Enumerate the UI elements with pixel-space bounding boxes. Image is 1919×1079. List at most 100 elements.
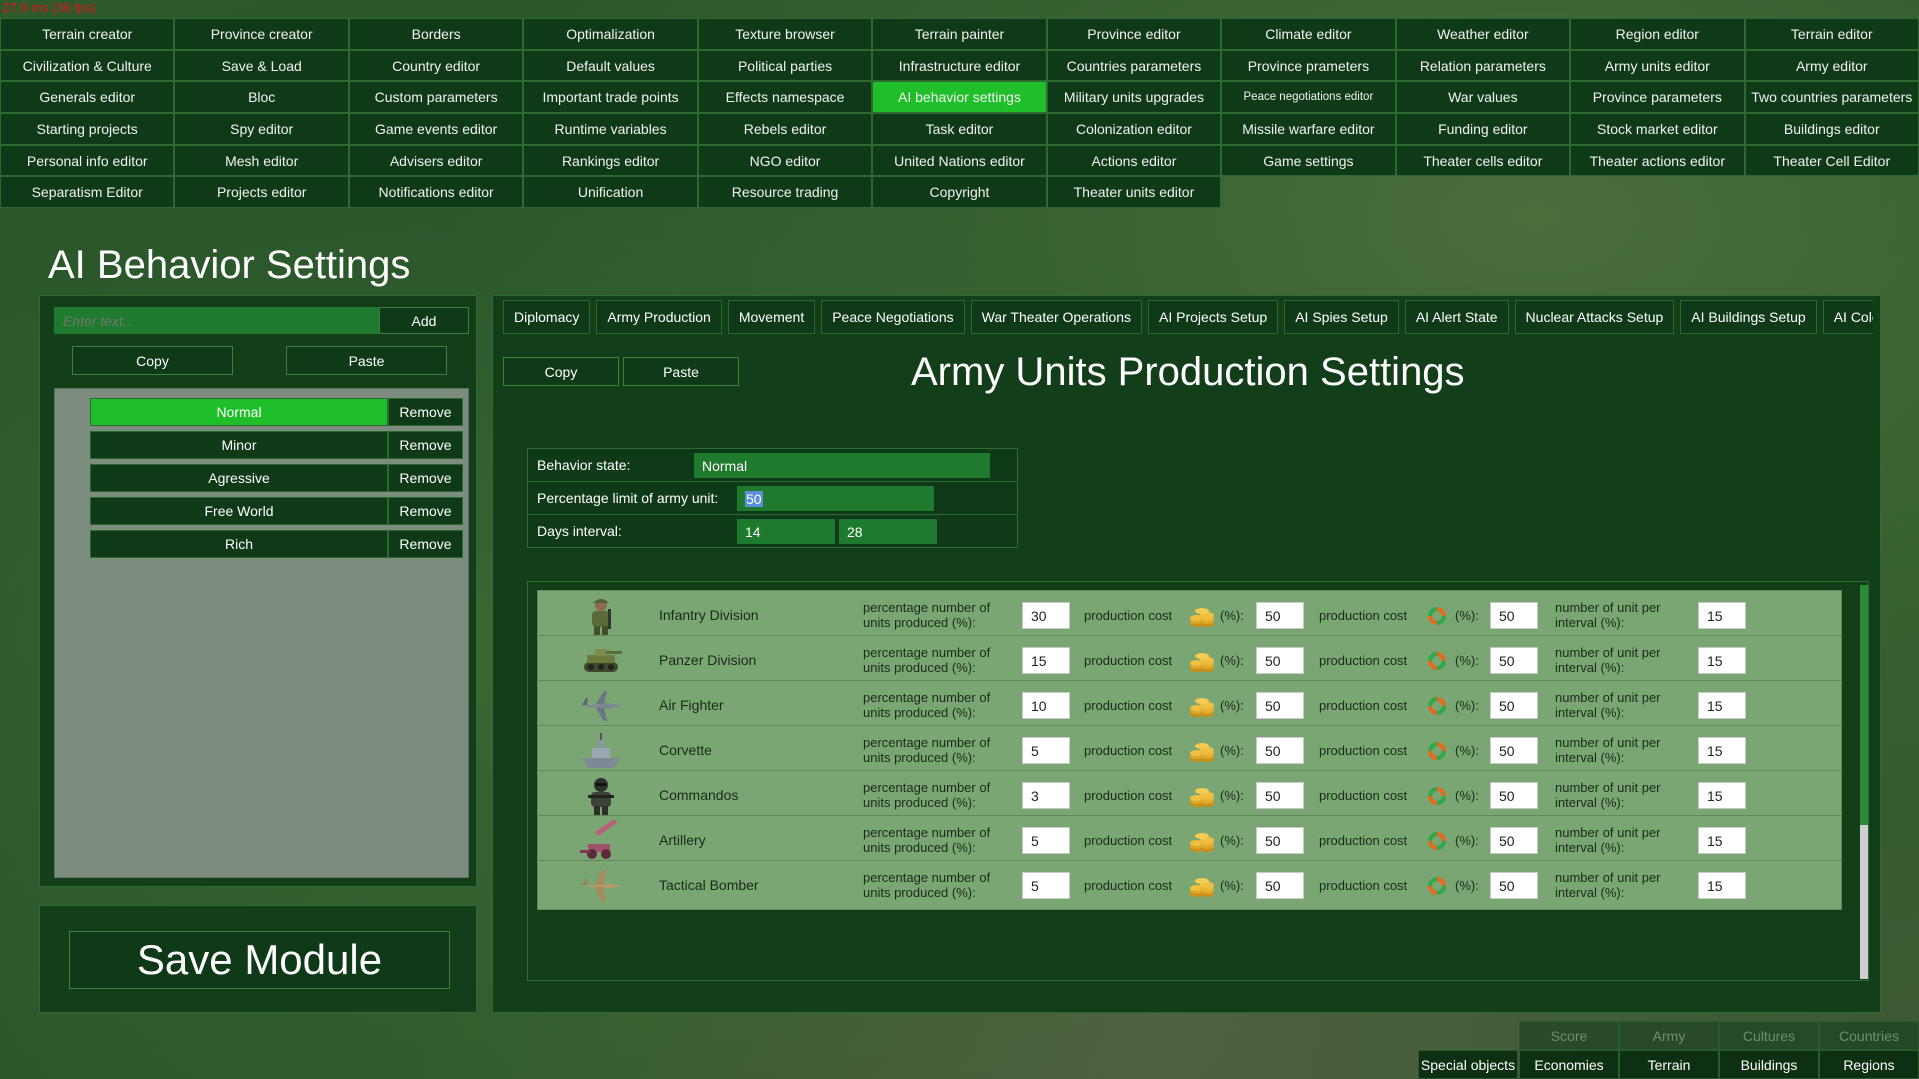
units-per-interval-input[interactable]: 15 [1698, 602, 1746, 629]
special-objects-button[interactable]: Special objects [1418, 1050, 1518, 1079]
menu-notifications-editor[interactable]: Notifications editor [348, 176, 524, 209]
menu-theater-cells-editor[interactable]: Theater cells editor [1395, 144, 1571, 177]
remove-button[interactable]: Remove [388, 464, 463, 492]
percentage-produced-input[interactable]: 3 [1022, 782, 1070, 809]
menu-peace-negotiations-editor[interactable]: Peace negotiations editor [1221, 81, 1396, 114]
production-cost-resource-input[interactable]: 50 [1490, 872, 1538, 899]
production-cost-gold-input[interactable]: 50 [1256, 827, 1304, 854]
profile-item-normal[interactable]: Normal [90, 398, 388, 426]
menu-theater-actions-editor[interactable]: Theater actions editor [1570, 144, 1745, 177]
units-scrollbar[interactable] [1860, 585, 1868, 979]
menu-optimalization[interactable]: Optimalization [523, 18, 698, 50]
production-cost-gold-input[interactable]: 50 [1256, 647, 1304, 674]
tab-ai-buildings-setup[interactable]: AI Buildings Setup [1680, 300, 1817, 334]
menu-climate-editor[interactable]: Climate editor [1221, 18, 1396, 50]
menu-game-events-editor[interactable]: Game events editor [348, 113, 524, 145]
menu-relation-parameters[interactable]: Relation parameters [1395, 49, 1571, 82]
days-max-field[interactable]: 28 [839, 519, 937, 544]
percentage-produced-input[interactable]: 5 [1022, 737, 1070, 764]
menu-personal-info-editor[interactable]: Personal info editor [0, 144, 175, 177]
tab-movement[interactable]: Movement [727, 300, 816, 334]
production-cost-gold-input[interactable]: 50 [1256, 782, 1304, 809]
menu-copyright[interactable]: Copyright [872, 176, 1047, 209]
tab-ai-projects-setup[interactable]: AI Projects Setup [1148, 300, 1279, 334]
units-per-interval-input[interactable]: 15 [1698, 827, 1746, 854]
production-cost-gold-input[interactable]: 50 [1256, 692, 1304, 719]
army-button[interactable]: Army [1619, 1021, 1719, 1050]
production-cost-resource-input[interactable]: 50 [1490, 602, 1538, 629]
menu-missile-warfare-editor[interactable]: Missile warfare editor [1221, 113, 1396, 145]
menu-province-parameters[interactable]: Province parameters [1570, 81, 1745, 114]
cultures-button[interactable]: Cultures [1719, 1021, 1819, 1050]
paste-profile-button[interactable]: Paste [286, 346, 447, 375]
copy-profile-button[interactable]: Copy [72, 346, 233, 375]
menu-region-editor[interactable]: Region editor [1570, 18, 1745, 50]
remove-button[interactable]: Remove [388, 530, 463, 558]
menu-game-settings[interactable]: Game settings [1221, 144, 1396, 177]
remove-button[interactable]: Remove [388, 398, 463, 426]
menu-province-creator[interactable]: Province creator [174, 18, 349, 50]
buildings-button[interactable]: Buildings [1719, 1050, 1819, 1079]
tab-ai-alert-state[interactable]: AI Alert State [1404, 300, 1509, 334]
menu-custom-parameters[interactable]: Custom parameters [348, 81, 524, 114]
terrain-button[interactable]: Terrain [1619, 1050, 1719, 1079]
menu-civilization-culture[interactable]: Civilization & Culture [0, 49, 175, 82]
paste-settings-button[interactable]: Paste [623, 357, 739, 386]
menu-advisers-editor[interactable]: Advisers editor [348, 144, 524, 177]
production-cost-gold-input[interactable]: 50 [1256, 872, 1304, 899]
menu-army-editor[interactable]: Army editor [1744, 49, 1919, 82]
menu-weather-editor[interactable]: Weather editor [1395, 18, 1571, 50]
production-cost-resource-input[interactable]: 50 [1490, 647, 1538, 674]
menu-military-units-upgrades[interactable]: Military units upgrades [1046, 81, 1222, 114]
scroll-thumb[interactable] [1860, 585, 1868, 825]
menu-default-values[interactable]: Default values [523, 49, 698, 82]
menu-mesh-editor[interactable]: Mesh editor [174, 144, 349, 177]
tab-nuclear-attacks-setup[interactable]: Nuclear Attacks Setup [1514, 300, 1675, 334]
remove-button[interactable]: Remove [388, 497, 463, 525]
menu-funding-editor[interactable]: Funding editor [1395, 113, 1571, 145]
percentage-produced-input[interactable]: 5 [1022, 872, 1070, 899]
menu-spy-editor[interactable]: Spy editor [174, 113, 349, 145]
units-per-interval-input[interactable]: 15 [1698, 692, 1746, 719]
menu-stock-market-editor[interactable]: Stock market editor [1570, 113, 1745, 145]
percentage-produced-input[interactable]: 10 [1022, 692, 1070, 719]
economies-button[interactable]: Economies [1519, 1050, 1619, 1079]
menu-country-editor[interactable]: Country editor [348, 49, 524, 82]
units-per-interval-input[interactable]: 15 [1698, 872, 1746, 899]
menu-projects-editor[interactable]: Projects editor [174, 176, 349, 209]
production-cost-resource-input[interactable]: 50 [1490, 692, 1538, 719]
menu-province-editor[interactable]: Province editor [1046, 18, 1222, 50]
menu-resource-trading[interactable]: Resource trading [697, 176, 873, 209]
menu-borders[interactable]: Borders [348, 18, 524, 50]
units-per-interval-input[interactable]: 15 [1698, 782, 1746, 809]
profile-item-minor[interactable]: Minor [90, 431, 388, 459]
remove-button[interactable]: Remove [388, 431, 463, 459]
units-per-interval-input[interactable]: 15 [1698, 647, 1746, 674]
menu-terrain-editor[interactable]: Terrain editor [1744, 18, 1919, 50]
menu-texture-browser[interactable]: Texture browser [697, 18, 873, 50]
menu-army-units-editor[interactable]: Army units editor [1570, 49, 1745, 82]
add-button[interactable]: Add [379, 307, 469, 334]
menu-important-trade-points[interactable]: Important trade points [523, 81, 698, 114]
menu-province-prameters[interactable]: Province prameters [1221, 49, 1396, 82]
menu-runtime-variables[interactable]: Runtime variables [523, 113, 698, 145]
tab-army-production[interactable]: Army Production [596, 300, 722, 334]
profile-item-free-world[interactable]: Free World [90, 497, 388, 525]
menu-war-values[interactable]: War values [1395, 81, 1571, 114]
menu-buildings-editor[interactable]: Buildings editor [1744, 113, 1919, 145]
menu-two-countries-parameters[interactable]: Two countries parameters [1744, 81, 1919, 114]
menu-ai-behavior-settings[interactable]: AI behavior settings [872, 81, 1047, 114]
units-per-interval-input[interactable]: 15 [1698, 737, 1746, 764]
profile-name-input[interactable] [54, 307, 410, 334]
menu-starting-projects[interactable]: Starting projects [0, 113, 175, 145]
percentage-produced-input[interactable]: 15 [1022, 647, 1070, 674]
menu-terrain-creator[interactable]: Terrain creator [0, 18, 175, 50]
menu-rankings-editor[interactable]: Rankings editor [523, 144, 698, 177]
menu-political-parties[interactable]: Political parties [697, 49, 873, 82]
production-cost-gold-input[interactable]: 50 [1256, 737, 1304, 764]
menu-theater-units-editor[interactable]: Theater units editor [1046, 176, 1222, 209]
menu-united-nations-editor[interactable]: United Nations editor [872, 144, 1047, 177]
production-cost-resource-input[interactable]: 50 [1490, 827, 1538, 854]
menu-colonization-editor[interactable]: Colonization editor [1046, 113, 1222, 145]
menu-effects-namespace[interactable]: Effects namespace [697, 81, 873, 114]
